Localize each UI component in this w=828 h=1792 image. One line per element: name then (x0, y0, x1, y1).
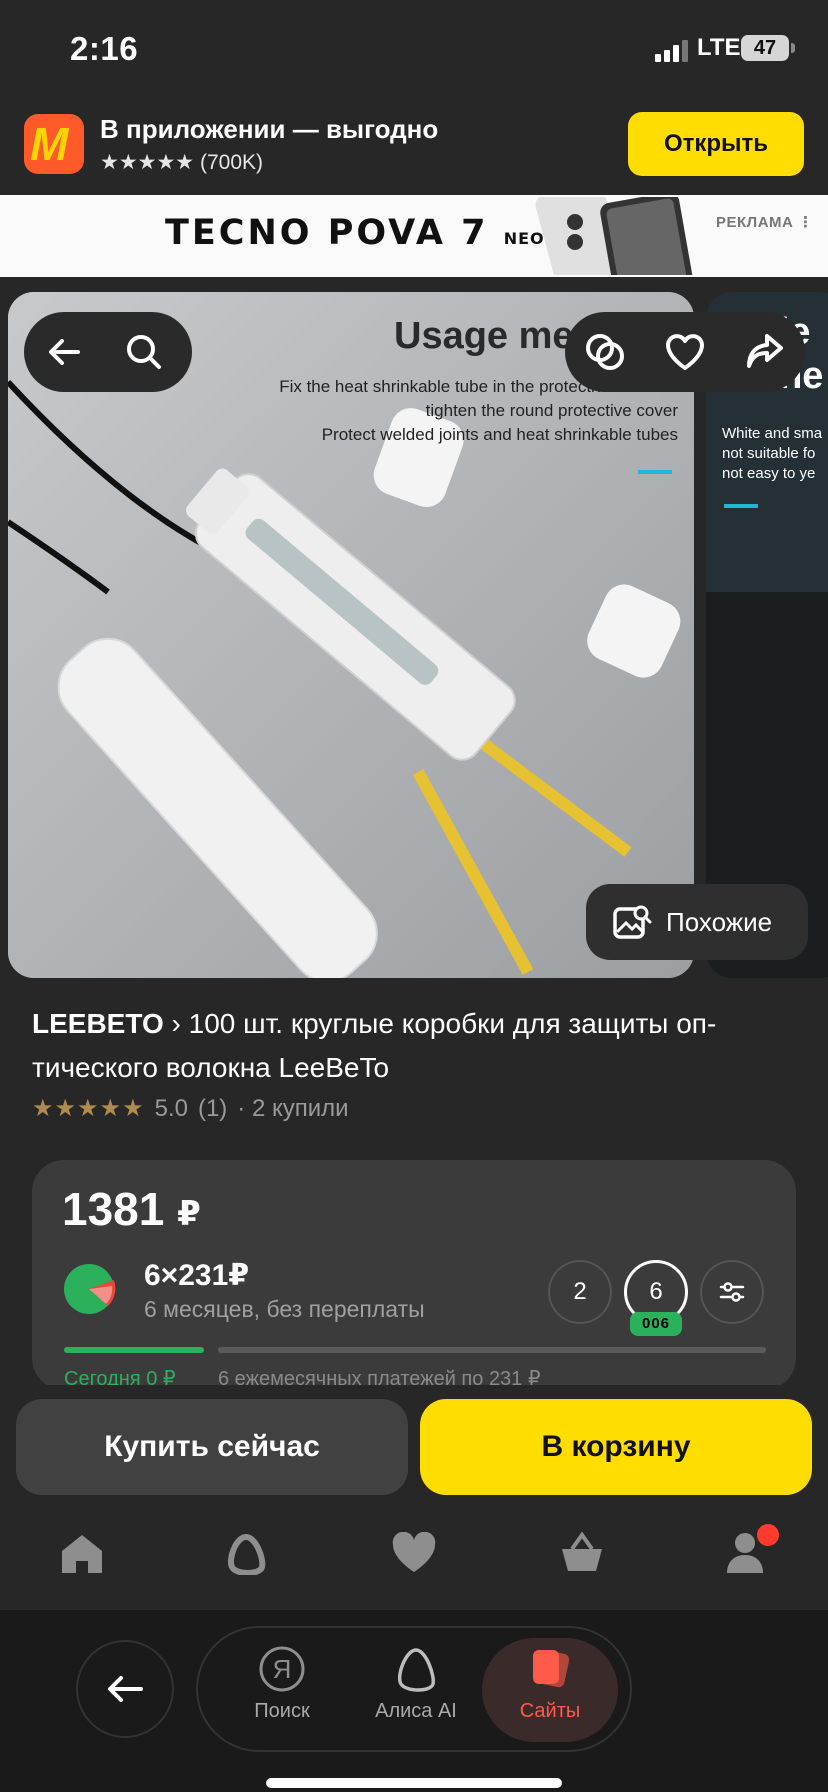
split-logo-icon (64, 1264, 116, 1314)
app-rating-count: (700K) (199, 151, 264, 174)
open-app-button[interactable]: Открыть (628, 112, 804, 176)
market-app-logo-icon: M (24, 114, 84, 174)
svg-text:Я: Я (273, 1654, 292, 1684)
battery-cap (791, 43, 795, 53)
ad-label: РЕКЛАМА ⋮ (716, 214, 814, 231)
browser-nav-group: Я Поиск Алиса AI Сайты (196, 1626, 632, 1752)
alice-icon (398, 1648, 436, 1692)
rating-stars-icon: ★★★★★ (32, 1095, 145, 1122)
product-photo: Usage method Fix the heat shrinkable tub… (8, 292, 694, 978)
compare-icon (586, 334, 624, 370)
browser-back-button[interactable] (76, 1640, 174, 1738)
browser-nav-sites[interactable]: Сайты (482, 1638, 618, 1742)
next-image-line-1: White and sma (722, 425, 823, 442)
search-icon (127, 335, 161, 369)
status-time: 2:16 (70, 30, 139, 67)
home-icon (62, 1535, 102, 1573)
browser-nav-alice-label: Алиса AI (375, 1700, 457, 1722)
tab-home[interactable] (54, 1525, 110, 1581)
sliders-icon (719, 1282, 745, 1302)
app-rating-stars: ★★★★★ (100, 151, 195, 174)
price: 1381 ₽ (62, 1182, 201, 1236)
network-type: LTE (697, 34, 741, 61)
compare-button[interactable] (565, 312, 645, 392)
add-to-cart-button[interactable]: В корзину (420, 1399, 812, 1495)
similar-button[interactable]: Похожие (586, 884, 808, 960)
product-image-main[interactable]: Usage method Fix the heat shrinkable tub… (8, 292, 694, 978)
app-banner-rating: ★★★★★ (700K) (100, 150, 263, 175)
ad-brand-name: TECNO POVA 7 (165, 213, 489, 253)
yandex-search-icon: Я (259, 1646, 305, 1692)
arrow-left-icon (49, 339, 80, 365)
browser-nav-sites-label: Сайты (519, 1700, 581, 1722)
search-button[interactable] (104, 312, 184, 392)
product-title: LEEBETO › 100 шт. круглые коробки для за… (32, 1002, 802, 1090)
installment-settings-button[interactable] (700, 1260, 764, 1324)
gallery-nav-right (565, 312, 805, 392)
tabs-icon (533, 1650, 570, 1688)
brand-link[interactable]: LEEBETO (32, 1008, 164, 1039)
installment-6-badge: 006 (630, 1312, 682, 1336)
share-icon (747, 334, 783, 368)
market-tab-bar (0, 1505, 828, 1610)
browser-nav-alice[interactable]: Алиса AI (348, 1638, 484, 1742)
signal-icon (655, 40, 689, 62)
product-image-next[interactable]: Wide to the White and sma not suitable f… (706, 292, 828, 978)
arrow-left-icon (108, 1676, 143, 1702)
price-value: 1381 (62, 1183, 165, 1235)
product-gallery[interactable]: Usage method Fix the heat shrinkable tub… (0, 292, 828, 980)
tab-cart[interactable] (554, 1525, 610, 1581)
favorite-button[interactable] (645, 312, 725, 392)
next-image-line-2: not suitable fo (722, 445, 815, 462)
browser-nav-search-label: Поиск (254, 1700, 310, 1722)
product-title-line-1: 100 шт. круглые коробки для защиты оп- (188, 1008, 717, 1039)
browser-nav-search[interactable]: Я Поиск (214, 1638, 350, 1742)
split-amount[interactable]: 6×231₽ (144, 1258, 249, 1293)
ad-brand: TECNO POVA 7 NEO (165, 213, 545, 253)
product-title-line-2: тического волокна LeeBeTo (32, 1052, 390, 1083)
image-search-icon (613, 905, 652, 939)
buy-now-button[interactable]: Купить сейчас (16, 1399, 408, 1495)
ad-phone-image (535, 197, 694, 275)
ad-banner[interactable]: TECNO POVA 7 NEO РЕКЛАМА ⋮ (0, 195, 828, 277)
purchase-action-bar: Купить сейчас В корзину (0, 1385, 828, 1505)
battery-icon: 47 (741, 35, 789, 61)
tab-alice[interactable] (218, 1525, 274, 1581)
payment-progress-today (64, 1347, 204, 1353)
back-button[interactable] (24, 312, 104, 392)
image-line-2: tighten the round protective cover (426, 401, 679, 420)
installment-option-2[interactable]: 2 (548, 1260, 612, 1324)
app-banner-title: В приложении — выгодно (100, 114, 439, 144)
basket-icon (562, 1531, 602, 1571)
status-bar: 2:16 LTE 47 (0, 0, 828, 100)
product-photo-next: Wide to the White and sma not suitable f… (706, 292, 828, 978)
reviews-count: (1) (197, 1094, 228, 1122)
browser-bottom-bar: Я Поиск Алиса AI Сайты (0, 1610, 828, 1792)
price-card: 1381 ₽ 6×231₽ 6 месяцев, без переплаты 2… (32, 1160, 796, 1390)
rating-row[interactable]: ★★★★★ 5.0 (1) · 2 купили (32, 1094, 349, 1123)
gallery-nav-left (24, 312, 192, 392)
heart-icon (666, 334, 704, 370)
bought-count: · 2 купили (237, 1094, 349, 1122)
tab-favorites[interactable] (386, 1525, 442, 1581)
heart-filled-icon (392, 1532, 436, 1572)
split-note: 6 месяцев, без переплаты (144, 1296, 425, 1322)
app-install-banner: M В приложении — выгодно ★★★★★ (700K) От… (0, 100, 828, 195)
rating-value: 5.0 (154, 1094, 188, 1122)
alice-icon (228, 1533, 266, 1575)
brand-chevron-icon: › (171, 1008, 189, 1039)
image-line-3: Protect welded joints and heat shrinkabl… (322, 425, 678, 444)
next-image-line-3: not easy to ye (722, 465, 815, 482)
similar-label: Похожие (666, 906, 773, 937)
share-button[interactable] (725, 312, 805, 392)
payment-progress-rest (218, 1347, 766, 1353)
notification-dot (754, 1521, 782, 1549)
price-currency: ₽ (177, 1195, 201, 1233)
home-indicator (266, 1778, 562, 1788)
